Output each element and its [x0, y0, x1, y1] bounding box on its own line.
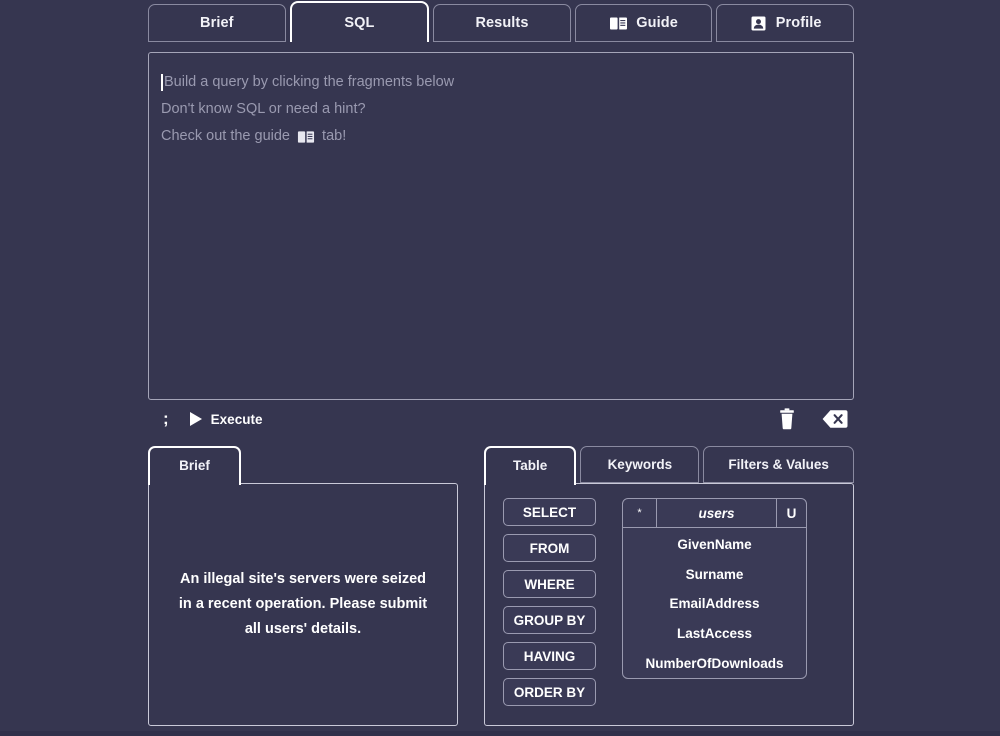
- table-column-list: GivenName Surname EmailAddress LastAcces…: [623, 527, 806, 678]
- keyword-fragment-having[interactable]: HAVING: [503, 642, 596, 670]
- editor-toolbar: ; Execute: [148, 404, 854, 434]
- keyword-fragment-list: SELECT FROM WHERE GROUP BY HAVING ORDER …: [503, 498, 596, 711]
- tab-sql-label: SQL: [344, 14, 375, 31]
- semicolon-button[interactable]: ;: [160, 409, 172, 429]
- tab-brief[interactable]: Brief: [148, 4, 286, 42]
- tab-results-label: Results: [475, 15, 529, 31]
- table-column-surname[interactable]: Surname: [623, 560, 806, 590]
- person-badge-icon: [749, 14, 768, 33]
- play-icon: [189, 412, 202, 426]
- editor-placeholder-text-4: tab!: [318, 128, 347, 144]
- keyword-fragment-where[interactable]: WHERE: [503, 570, 596, 598]
- editor-placeholder-text-1: Build a query by clicking the fragments …: [164, 74, 455, 90]
- table-alias-button[interactable]: U: [776, 499, 806, 527]
- brief-panel-tab[interactable]: Brief: [148, 446, 241, 485]
- execute-button[interactable]: Execute: [189, 411, 263, 427]
- editor-toolbar-right: [774, 404, 848, 434]
- keyword-fragment-from[interactable]: FROM: [503, 534, 596, 562]
- sql-editor[interactable]: Build a query by clicking the fragments …: [148, 52, 854, 400]
- table-column-lastaccess[interactable]: LastAccess: [623, 619, 806, 649]
- fragments-tab-keywords-label: Keywords: [607, 457, 673, 472]
- text-caret: [161, 74, 163, 91]
- open-book-icon-inline: [297, 128, 315, 146]
- tab-guide-label: Guide: [636, 15, 678, 31]
- execute-label: Execute: [210, 411, 263, 427]
- editor-placeholder-text-3: Check out the guide: [161, 128, 295, 144]
- table-column-numberofdownloads[interactable]: NumberOfDownloads: [623, 648, 806, 678]
- table-fragment-card: * users U GivenName Surname EmailAddress…: [622, 498, 807, 679]
- trash-icon[interactable]: [774, 406, 800, 432]
- tab-guide[interactable]: Guide: [574, 4, 713, 42]
- tab-brief-label: Brief: [200, 15, 234, 31]
- table-column-emailaddress[interactable]: EmailAddress: [623, 589, 806, 619]
- fragments-panel-tabrow: Table Keywords Filters & Values: [484, 446, 854, 485]
- brief-panel-body: An illegal site's servers were seized in…: [148, 483, 458, 726]
- brief-panel-tab-label: Brief: [179, 458, 210, 473]
- open-book-icon: [609, 14, 628, 33]
- tab-profile-label: Profile: [775, 15, 822, 31]
- backspace-icon[interactable]: [822, 406, 848, 432]
- fragments-tab-keywords[interactable]: Keywords: [580, 446, 700, 483]
- fragments-panel-body: SELECT FROM WHERE GROUP BY HAVING ORDER …: [484, 483, 854, 726]
- brief-text: An illegal site's servers were seized in…: [178, 571, 428, 637]
- tab-results[interactable]: Results: [433, 4, 571, 42]
- fragments-tab-table-label: Table: [513, 458, 548, 473]
- brief-panel-tabrow: Brief: [148, 446, 458, 485]
- tab-profile[interactable]: Profile: [716, 4, 854, 42]
- tab-sql[interactable]: SQL: [289, 1, 430, 42]
- main-tab-bar: Brief SQL Results Guide Profile: [148, 1, 854, 42]
- fragments-tab-table[interactable]: Table: [484, 446, 577, 485]
- editor-placeholder-line-1: Build a query by clicking the fragments …: [161, 69, 841, 96]
- keyword-fragment-order-by[interactable]: ORDER BY: [503, 678, 596, 706]
- fragments-tab-filters-label: Filters & Values: [728, 457, 829, 472]
- editor-placeholder-line-3: Check out the guide tab!: [161, 123, 841, 150]
- bottom-band: [0, 731, 1000, 736]
- fragments-panel: Table Keywords Filters & Values SELECT F…: [484, 446, 854, 726]
- keyword-fragment-group-by[interactable]: GROUP BY: [503, 606, 596, 634]
- brief-panel: Brief An illegal site's servers were sei…: [148, 446, 458, 726]
- editor-toolbar-left: ; Execute: [160, 404, 262, 434]
- editor-placeholder-line-2: Don't know SQL or need a hint?: [161, 96, 841, 123]
- keyword-fragment-select[interactable]: SELECT: [503, 498, 596, 526]
- table-fragment-header: * users U: [623, 499, 806, 527]
- fragments-tab-filters[interactable]: Filters & Values: [703, 446, 854, 483]
- table-name-button[interactable]: users: [657, 499, 776, 527]
- table-column-givenname[interactable]: GivenName: [623, 530, 806, 560]
- select-all-columns-button[interactable]: *: [623, 499, 657, 527]
- editor-placeholder-text-2: Don't know SQL or need a hint?: [161, 101, 366, 117]
